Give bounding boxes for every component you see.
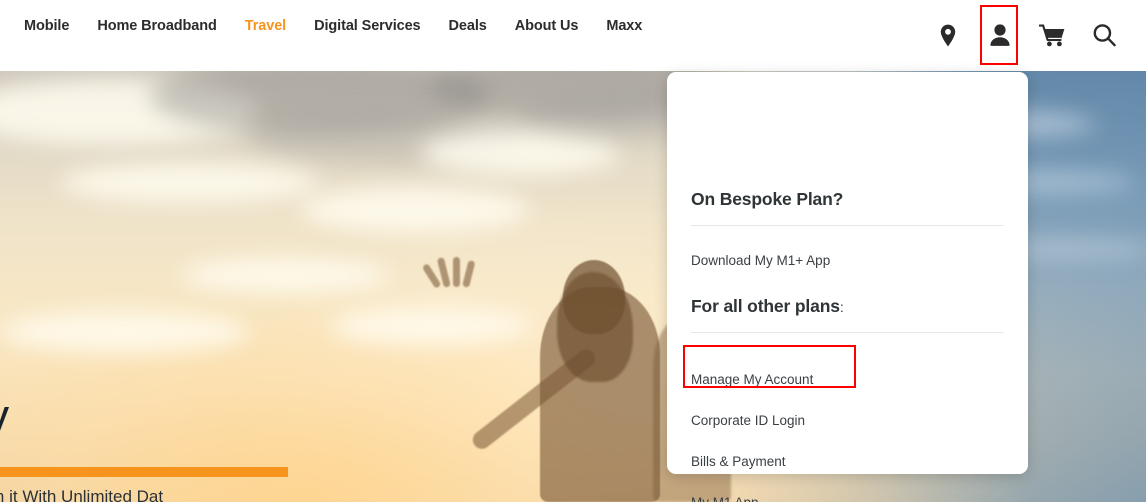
account-menu-list: Manage My Account Corporate ID Login Bil… <box>683 345 1004 502</box>
nav-item-maxx[interactable]: Maxx <box>606 18 642 34</box>
menu-item-corporate-id-login[interactable]: Corporate ID Login <box>691 400 1004 441</box>
cloud-shape <box>330 307 530 345</box>
site-header: Mobile Home Broadband Travel Digital Ser… <box>0 0 1146 71</box>
hero-title: essly <box>0 392 9 439</box>
cloud-shape <box>0 311 250 353</box>
nav-item-digital-services[interactable]: Digital Services <box>314 18 421 34</box>
finger-shape <box>453 257 460 287</box>
menu-item-my-m1-app[interactable]: My M1 App <box>691 482 1004 502</box>
menu-item-manage-my-account[interactable]: Manage My Account <box>683 345 1004 400</box>
location-pin-icon[interactable] <box>932 17 964 53</box>
account-dropdown-panel: On Bespoke Plan? Download My M1+ App For… <box>667 72 1028 502</box>
finger-shape <box>462 259 476 288</box>
other-plans-heading-colon: : <box>839 299 844 315</box>
other-plans-heading-text: For all other plans <box>691 296 840 316</box>
bespoke-plan-heading: On Bespoke Plan? <box>691 189 844 209</box>
cloud-shape <box>300 187 530 233</box>
nav-item-travel[interactable]: Travel <box>245 18 286 34</box>
nav-item-home-broadband[interactable]: Home Broadband <box>97 18 217 34</box>
open-hand-shape <box>421 243 476 289</box>
main-navigation: Mobile Home Broadband Travel Digital Ser… <box>24 18 642 34</box>
nav-item-about-us[interactable]: About Us <box>515 18 579 34</box>
head-shape <box>563 260 625 334</box>
other-plans-heading: For all other plans: <box>691 296 844 317</box>
search-icon[interactable] <box>1088 17 1120 53</box>
hero-subtitle: Unleash it With Unlimited Dat <box>0 487 164 502</box>
download-my-m1-plus-app-link[interactable]: Download My M1+ App <box>691 253 830 268</box>
dropdown-divider <box>691 332 1004 333</box>
menu-item-bills-and-payment[interactable]: Bills & Payment <box>691 441 1004 482</box>
person-account-icon[interactable] <box>980 5 1018 65</box>
nav-item-mobile[interactable]: Mobile <box>24 18 69 34</box>
header-icon-group <box>932 5 1120 65</box>
dropdown-divider <box>691 225 1004 226</box>
shopping-cart-icon[interactable] <box>1036 17 1068 53</box>
cloud-shape <box>180 257 390 293</box>
page-root: essly Unleash it With Unlimited Dat Mobi… <box>0 0 1146 502</box>
nav-item-deals[interactable]: Deals <box>449 18 487 34</box>
cloud-shape <box>60 163 320 203</box>
hero-accent-bar <box>0 467 288 477</box>
